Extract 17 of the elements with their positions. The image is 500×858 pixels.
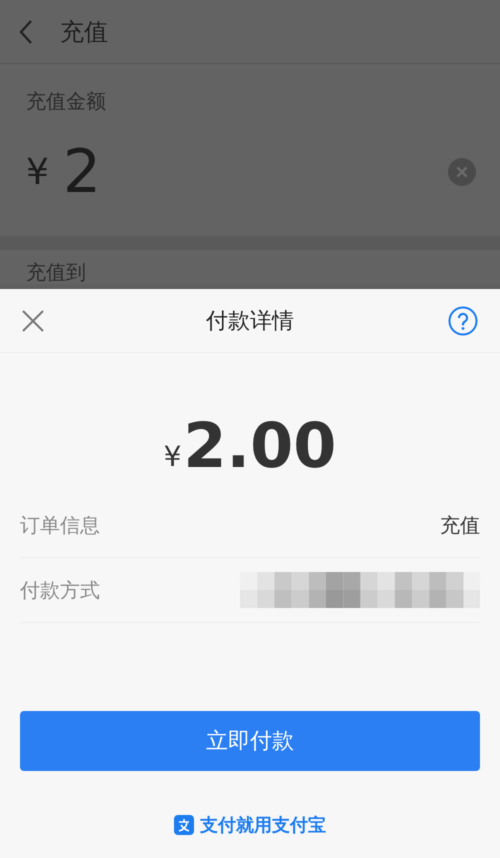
currency-symbol: ¥ — [26, 152, 49, 192]
currency-symbol: ¥ — [164, 440, 182, 473]
section-label: 充值到 — [26, 259, 87, 284]
back-icon[interactable] — [18, 18, 34, 44]
slogan-text: 支付就用支付宝 — [200, 814, 326, 837]
close-icon[interactable] — [21, 309, 45, 333]
logo-icon — [174, 815, 194, 835]
pay-button[interactable]: 立即付款 — [20, 711, 480, 771]
sheet-title: 付款详情 — [206, 308, 294, 336]
row-label: 付款方式 — [20, 576, 100, 604]
amount-label: 充值金额 — [26, 88, 107, 115]
payment-amount: 2.00 — [183, 408, 336, 483]
row-value: 充值 — [440, 512, 480, 538]
page-title: 充值 — [60, 16, 108, 48]
row-label: 订单信息 — [20, 512, 100, 538]
amount-input[interactable]: 2 — [62, 137, 102, 207]
help-icon[interactable] — [448, 306, 478, 336]
